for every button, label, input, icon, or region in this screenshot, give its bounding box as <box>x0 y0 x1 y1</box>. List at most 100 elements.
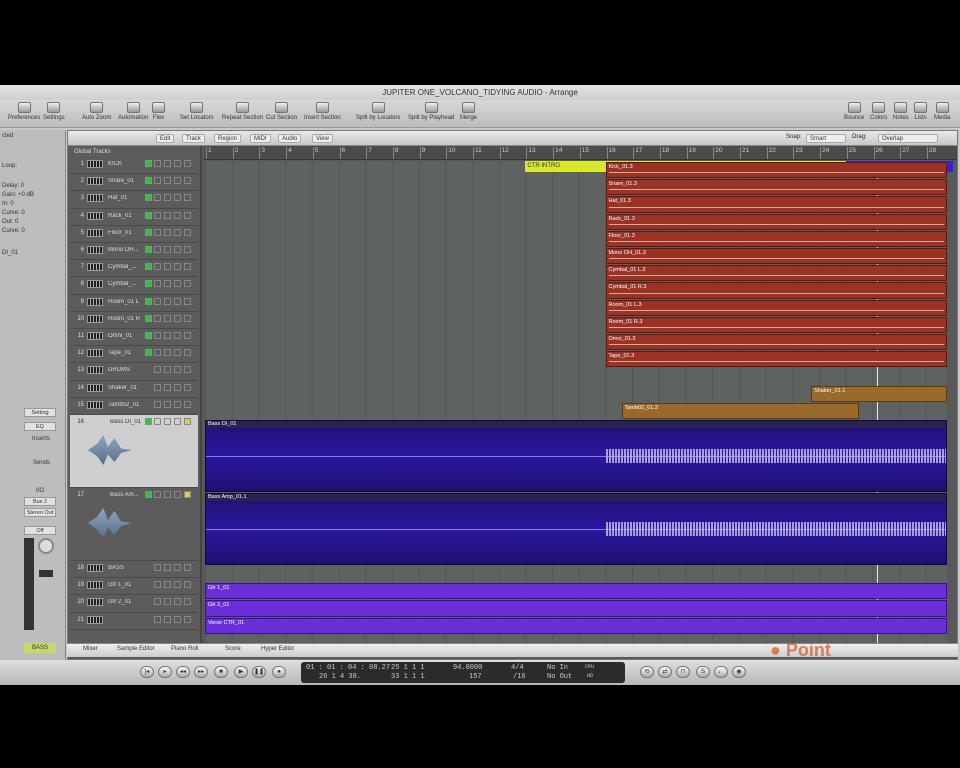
tab-sample-editor[interactable]: Sample Editor <box>117 646 155 652</box>
pause-button[interactable]: ❚❚ <box>252 666 266 678</box>
solo-button[interactable] <box>164 581 171 589</box>
snap-select[interactable]: Smart <box>806 134 846 143</box>
eq-button[interactable]: EQ <box>24 422 56 431</box>
freeze-button[interactable] <box>174 228 181 236</box>
track-on-button[interactable] <box>184 581 191 589</box>
solo-button[interactable] <box>164 491 171 498</box>
track-header[interactable]: 6 Mono OH... <box>70 243 198 261</box>
solo-button[interactable] <box>164 263 171 271</box>
track-header[interactable]: 21 <box>70 613 198 630</box>
freeze-button[interactable] <box>174 314 181 322</box>
solo-button[interactable]: S <box>696 666 710 678</box>
solo-button[interactable] <box>164 297 171 305</box>
mute-button[interactable] <box>154 228 161 236</box>
fade-in-field[interactable]: In: 0 <box>2 201 14 207</box>
record-button[interactable]: ● <box>272 666 286 678</box>
region[interactable]: Cymbal_01 R.3 <box>605 282 947 299</box>
input-bus-button[interactable]: Bus 2 <box>24 497 56 506</box>
region[interactable]: Bass Amp_01.1 <box>205 493 947 565</box>
freeze-button[interactable] <box>174 246 181 253</box>
curve-out-field[interactable]: Curve: 0 <box>2 228 25 234</box>
replace-button[interactable]: ⇄ <box>658 666 672 678</box>
track-on-button[interactable] <box>184 246 191 253</box>
freeze-button[interactable] <box>174 349 181 357</box>
track-on-button[interactable] <box>184 418 191 425</box>
record-enable-button[interactable] <box>145 418 152 425</box>
region[interactable]: Omni_01.3 <box>605 334 947 351</box>
mute-button[interactable] <box>154 366 161 374</box>
mute-button[interactable] <box>154 246 161 253</box>
output-button[interactable]: Stereo Out <box>24 508 56 517</box>
track-header[interactable]: 10 Room_01 R <box>70 312 198 329</box>
solo-button[interactable] <box>164 177 171 185</box>
global-tracks-toggle[interactable]: Global Tracks <box>74 149 111 155</box>
tempo[interactable]: 94.0000 <box>453 664 482 672</box>
track-header[interactable]: 5 Floor_01 <box>70 226 198 243</box>
record-enable-button[interactable] <box>145 211 152 219</box>
record-enable-button[interactable] <box>145 280 152 288</box>
solo-button[interactable] <box>164 332 171 339</box>
track-header[interactable]: 8 Cymbal_... <box>70 277 198 295</box>
pan-knob[interactable] <box>38 538 54 554</box>
track-on-button[interactable] <box>184 211 191 219</box>
region[interactable]: Gtr 2_01 <box>205 600 947 617</box>
record-enable-button[interactable] <box>145 332 152 339</box>
time-signature[interactable]: 4/4 <box>511 664 524 672</box>
punch-button[interactable]: ⊓ <box>676 666 690 678</box>
track-header[interactable]: 15 Tamb02_01 <box>70 398 198 415</box>
delay-field[interactable]: Delay: 0 <box>2 183 24 189</box>
freeze-button[interactable] <box>174 280 181 288</box>
freeze-button[interactable] <box>174 564 181 571</box>
track-header[interactable]: 13 DRUMS <box>70 363 198 381</box>
solo-button[interactable] <box>164 211 171 219</box>
stop-button[interactable]: ■ <box>214 666 228 678</box>
track-on-button[interactable] <box>184 194 191 202</box>
tracks-area[interactable]: CTR INTRODRUM INTRO1V aKick_01.3Snare_01… <box>205 161 953 646</box>
mute-button[interactable] <box>154 615 161 623</box>
solo-button[interactable] <box>164 366 171 374</box>
track-header[interactable]: 12 Tape_01 <box>70 346 198 364</box>
freeze-button[interactable] <box>174 263 181 271</box>
toolbar-split-by-locators-button[interactable]: Split by Locators <box>356 102 400 121</box>
freeze-button[interactable] <box>174 581 181 589</box>
record-enable-button[interactable] <box>145 228 152 236</box>
region[interactable]: Gtr 1_01 <box>205 583 947 600</box>
region[interactable]: Hat_01.3 <box>605 196 947 213</box>
toolbar-flex-button[interactable]: Flex <box>152 102 165 121</box>
record-enable-button[interactable] <box>145 263 152 271</box>
freeze-button[interactable] <box>174 177 181 185</box>
freeze-button[interactable] <box>174 418 181 425</box>
track-on-button[interactable] <box>184 177 191 185</box>
track-on-button[interactable] <box>184 400 191 408</box>
menu-midi[interactable]: MIDI <box>250 134 271 143</box>
record-enable-button[interactable] <box>145 160 152 167</box>
solo-button[interactable] <box>164 598 171 606</box>
freeze-button[interactable] <box>174 400 181 408</box>
toolbar-colors-button[interactable]: Colors <box>870 102 887 121</box>
region[interactable]: Floor_01.3 <box>605 230 947 247</box>
toolbar-preferences-button[interactable]: Preferences <box>8 102 40 121</box>
toolbar-split-by-playhead-button[interactable]: Split by Playhead <box>408 102 454 121</box>
mute-button[interactable] <box>154 581 161 589</box>
drag-select[interactable]: Overlap <box>878 134 938 143</box>
solo-button[interactable] <box>164 194 171 202</box>
menu-track[interactable]: Track <box>182 134 205 143</box>
setting-button[interactable]: Setting <box>24 408 56 417</box>
tab-mixer[interactable]: Mixer <box>83 646 98 652</box>
track-header[interactable]: 3 Hat_01 <box>70 191 198 209</box>
cycle-button[interactable]: ⟲ <box>640 666 654 678</box>
track-header[interactable]: 7 Cymbal_... <box>70 260 198 278</box>
region[interactable]: Kick_01.3 <box>605 162 947 179</box>
gain-field[interactable]: Gain: +0 dB <box>2 192 34 198</box>
mute-button[interactable] <box>154 349 161 357</box>
mute-button[interactable] <box>154 400 161 408</box>
mute-button[interactable] <box>154 332 161 339</box>
solo-button[interactable] <box>164 615 171 623</box>
toolbar-settings-button[interactable]: Settings <box>43 102 65 121</box>
region[interactable]: Mono OH_01.3 <box>605 248 947 265</box>
mute-button[interactable] <box>154 418 161 425</box>
menu-audio[interactable]: Audio <box>278 134 302 143</box>
toolbar-auto-zoom-button[interactable]: Auto Zoom <box>82 102 111 121</box>
toolbar-insert-section-button[interactable]: Insert Section <box>304 102 341 121</box>
track-header[interactable]: 17 Bass Am... <box>70 488 198 561</box>
